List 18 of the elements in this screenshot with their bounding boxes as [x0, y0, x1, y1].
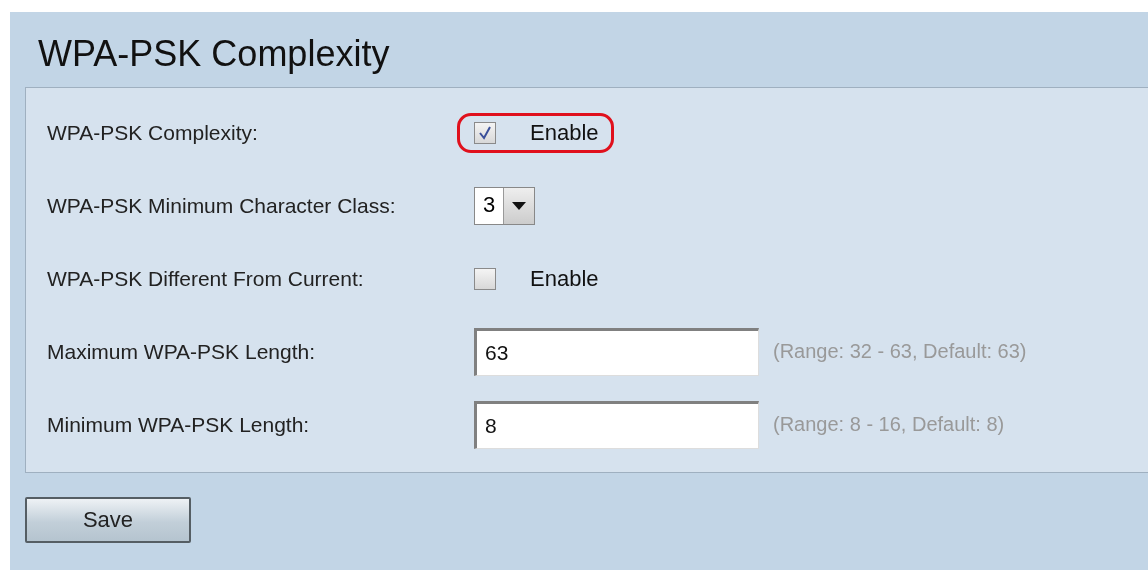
range-hint: (Range: 32 - 63, Default: 63) [773, 340, 1027, 363]
checkbox[interactable] [474, 267, 496, 290]
field-label: Maximum WPA-PSK Length: [47, 339, 317, 364]
field-label: Minimum WPA-PSK Length: [47, 412, 311, 437]
input-field[interactable]: 8 [474, 400, 759, 449]
character-class-dropdown[interactable]: 3 [474, 186, 536, 225]
caret-icon [512, 201, 527, 210]
checkbox-label: Enable [530, 119, 599, 146]
field-label: WPA-PSK Complexity: [47, 120, 259, 145]
input-field[interactable]: 63 [474, 327, 759, 376]
save-button[interactable]: Save [25, 497, 191, 543]
checkbox-label: Enable [530, 265, 599, 292]
page-title: WPA-PSK Complexity [38, 34, 391, 76]
checkbox[interactable] [474, 121, 496, 144]
field-label: WPA-PSK Minimum Character Class: [47, 193, 397, 218]
field-label: WPA-PSK Different From Current: [47, 266, 365, 291]
range-hint: (Range: 8 - 16, Default: 8) [773, 413, 1005, 436]
checkmark-icon [477, 124, 493, 141]
